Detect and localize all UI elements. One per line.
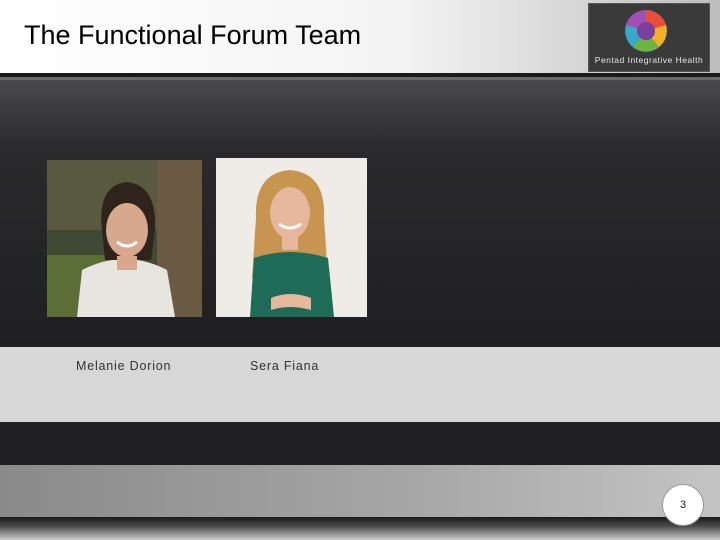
logo-text: Pentad Integrative Health: [594, 55, 704, 65]
slide-header: The Functional Forum Team Pentad Integra…: [0, 0, 720, 73]
company-logo: Pentad Integrative Health: [588, 3, 710, 72]
portrait-photo: [47, 160, 202, 317]
team-member-name-2: Sera Fiana: [250, 359, 320, 373]
footer-edge: [0, 517, 720, 540]
page-number-badge: 3: [662, 484, 704, 526]
team-member-photo-2: [216, 158, 367, 317]
lower-band: [0, 422, 720, 465]
puzzle-circle-logo-icon: [625, 10, 667, 52]
slide-title: The Functional Forum Team: [24, 20, 362, 50]
team-member-photo-1: [47, 160, 202, 317]
team-member-name-1: Melanie Dorion: [76, 359, 172, 373]
slide-footer: [0, 465, 720, 517]
portrait-photo: [216, 158, 367, 317]
